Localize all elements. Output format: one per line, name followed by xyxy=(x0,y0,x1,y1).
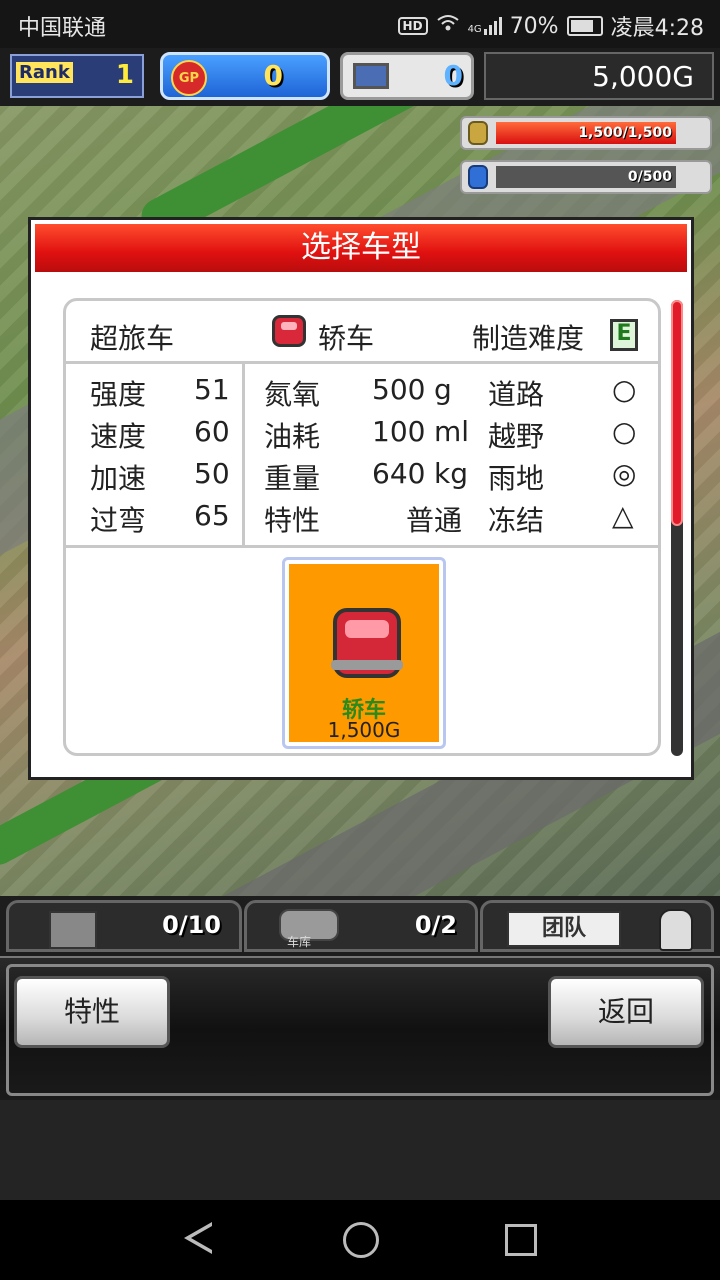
terrain-label: 道路 xyxy=(488,378,545,411)
dialog-scrollbar[interactable] xyxy=(671,300,683,756)
bottle-icon xyxy=(468,165,488,189)
terrain-mark: ○ xyxy=(612,373,637,406)
terrain-mark: △ xyxy=(612,499,634,532)
stat-value: 51 xyxy=(194,373,230,406)
tab-parts[interactable]: 0/10 xyxy=(6,900,242,952)
difficulty-label: 制造难度 xyxy=(472,322,585,355)
recent-apps-square-icon[interactable] xyxy=(505,1224,537,1256)
traits-button[interactable]: 特性 xyxy=(14,976,170,1048)
spec-label: 重量 xyxy=(264,462,321,495)
garage-label: 车库 xyxy=(287,935,312,949)
scrollbar-thumb[interactable] xyxy=(671,300,683,526)
spec-unit: kg xyxy=(434,457,468,490)
rank-value: 1 xyxy=(115,60,134,90)
terrain-label: 雨地 xyxy=(488,462,545,495)
spec-label: 油耗 xyxy=(264,420,321,453)
rank-panel: Rank 1 xyxy=(10,54,144,98)
coin-stack-icon xyxy=(468,121,488,145)
spec-value: 100 xyxy=(372,415,426,448)
hd-icon: HD xyxy=(397,17,428,35)
stat-label: 加速 xyxy=(90,462,147,495)
home-circle-icon[interactable] xyxy=(343,1222,379,1258)
terrain-label: 越野 xyxy=(488,420,545,453)
spec-value: 普通 xyxy=(406,504,463,537)
status-icons: HD 4G 70% 凌晨4:28 xyxy=(397,10,704,42)
spec-unit: g xyxy=(434,373,452,406)
sedan-icon xyxy=(272,315,306,347)
stat-value: 65 xyxy=(194,499,230,532)
resource-bar-track: 0/500 xyxy=(496,166,676,188)
terrain-mark: ◎ xyxy=(612,457,637,490)
top-hud: Rank 1 GP 0 0 5,000G xyxy=(0,48,720,106)
resource-text: 1,500/1,500 xyxy=(578,125,672,141)
battery-icon xyxy=(566,16,603,36)
dialog-title: 选择车型 xyxy=(35,224,687,272)
team-label: 团队 xyxy=(507,911,621,947)
blank-area xyxy=(0,1100,720,1200)
computer-icon xyxy=(353,63,389,89)
sedan-car-icon xyxy=(331,608,403,678)
bottom-tabs: 0/10 车库 0/2 团队 xyxy=(0,896,720,956)
research-value: 0 xyxy=(443,59,463,92)
stat-value: 50 xyxy=(194,457,230,490)
spec-value: 640 xyxy=(372,457,426,490)
stat-label: 速度 xyxy=(90,420,147,453)
gp-panel[interactable]: GP 0 xyxy=(160,52,330,100)
divider xyxy=(242,361,245,547)
resource-text: 0/500 xyxy=(627,169,672,185)
terrain-label: 冻结 xyxy=(488,504,545,537)
crate-icon xyxy=(49,911,97,949)
status-bar: 中国联通 HD 4G 70% 凌晨4:28 xyxy=(0,0,720,48)
carrier-name: 中国联通 xyxy=(18,16,107,41)
spec-value: 500 xyxy=(372,373,426,406)
tab-team[interactable]: 团队 xyxy=(480,900,714,952)
garage-count: 0/2 xyxy=(414,911,457,939)
stat-label: 过弯 xyxy=(90,504,147,537)
parts-count: 0/10 xyxy=(162,911,221,939)
gp-value: 0 xyxy=(263,59,283,92)
car-info-card: 超旅车 轿车 制造难度 E 强度 51 速度 60 加速 50 过弯 65 氮氧… xyxy=(63,298,661,756)
difficulty-grade: E xyxy=(610,319,638,351)
gp-coin-icon: GP xyxy=(171,60,207,96)
car-type-label: 轿车 xyxy=(318,322,375,355)
tab-garage[interactable]: 车库 0/2 xyxy=(244,900,478,952)
network-type: 4G xyxy=(467,24,482,35)
back-button[interactable]: 返回 xyxy=(548,976,704,1048)
divider xyxy=(66,545,658,548)
spec-label: 氮氧 xyxy=(264,378,321,411)
wifi-icon xyxy=(436,13,460,39)
system-nav-bar xyxy=(0,1200,720,1280)
terrain-mark: ○ xyxy=(612,415,637,448)
resource-bar-money: 1,500/1,500 xyxy=(460,116,712,150)
money-display: 5,000G xyxy=(484,52,714,100)
resource-bar-track: 1,500/1,500 xyxy=(496,122,676,144)
spec-label: 特性 xyxy=(264,504,321,537)
battery-percent: 70% xyxy=(509,13,559,39)
select-car-dialog: 选择车型 超旅车 轿车 制造难度 E 强度 51 速度 60 加速 50 过弯 … xyxy=(28,217,694,780)
spec-unit: ml xyxy=(434,415,470,448)
rank-label: Rank xyxy=(16,62,73,83)
car-option-price: 1,500G xyxy=(327,718,401,742)
back-triangle-icon[interactable] xyxy=(184,1222,212,1254)
signal-icon: 4G xyxy=(468,17,502,35)
research-panel[interactable]: 0 xyxy=(340,52,474,100)
clock: 凌晨4:28 xyxy=(610,16,704,41)
category-label: 超旅车 xyxy=(90,322,175,355)
stat-label: 强度 xyxy=(90,378,147,411)
resource-bar-fuel: 0/500 xyxy=(460,160,712,194)
car-option-sedan[interactable]: 轿车 1,500G xyxy=(282,557,446,749)
divider xyxy=(66,361,658,364)
stat-value: 60 xyxy=(194,415,230,448)
car-option-background: 轿车 1,500G xyxy=(289,564,439,742)
person-icon xyxy=(659,909,693,951)
command-bar: 特性 返回 xyxy=(0,956,720,1102)
